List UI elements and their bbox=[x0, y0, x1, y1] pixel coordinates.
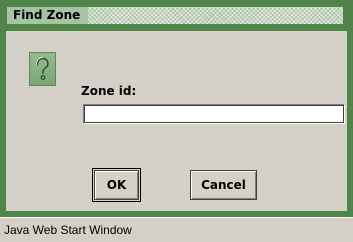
status-text: Java Web Start Window bbox=[4, 223, 132, 237]
cancel-button[interactable]: Cancel bbox=[190, 170, 257, 200]
status-bar: Java Web Start Window bbox=[0, 217, 353, 242]
title-bar-pattern bbox=[88, 7, 343, 24]
find-zone-dialog: Find Zone Zone id: OK Cancel Java Web St… bbox=[0, 0, 353, 242]
zone-id-label: Zone id: bbox=[81, 84, 137, 98]
window-title: Find Zone bbox=[13, 8, 81, 22]
ok-button[interactable]: OK bbox=[92, 168, 141, 202]
zone-id-input[interactable] bbox=[83, 104, 345, 124]
title-bar[interactable]: Find Zone bbox=[0, 0, 353, 31]
question-mark-glyph bbox=[36, 57, 49, 80]
question-icon bbox=[29, 52, 56, 86]
